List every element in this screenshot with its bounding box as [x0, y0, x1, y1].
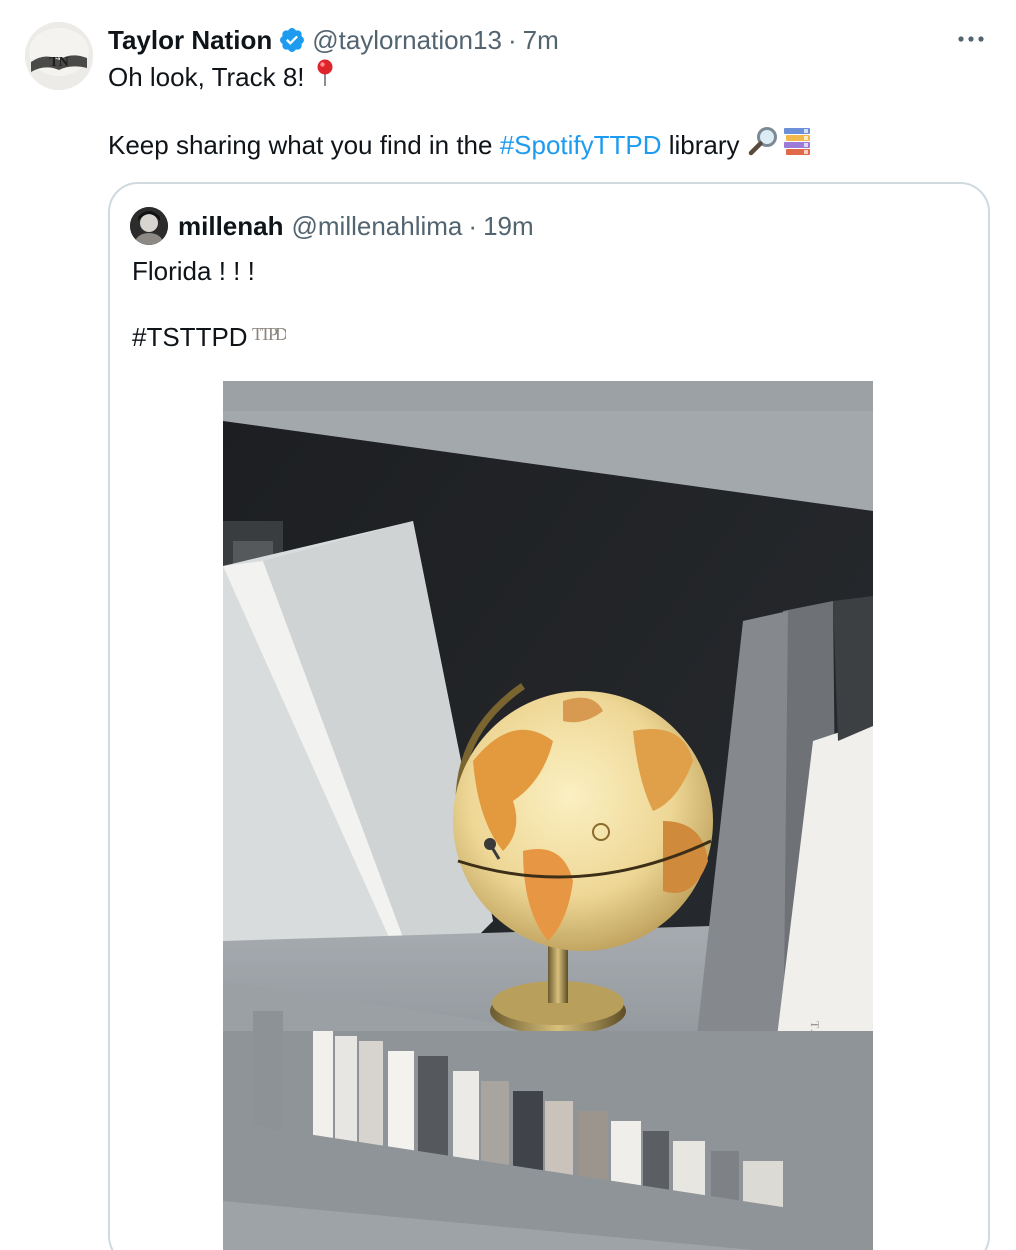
hashtag-link[interactable]: #SpotifyTTPD [500, 128, 662, 162]
quoted-author-avatar[interactable] [130, 207, 168, 245]
tweet-line-1: Oh look, Track 8! [108, 58, 812, 96]
books-icon [782, 126, 812, 164]
verified-badge-icon [278, 26, 306, 54]
ttpd-hashflag-icon: TTPD [250, 320, 291, 354]
pin-icon [315, 58, 335, 96]
quoted-tweet-header: millenah @millenahlima · 19m [130, 206, 534, 246]
svg-text:TTPD: TTPD [252, 324, 286, 344]
quoted-line-2: #TSTTPD TTPD [132, 320, 291, 354]
tweet-page: TN Taylor Nation @taylornation13 · 7m Oh… [0, 0, 1016, 1250]
quoted-blank-line [132, 288, 286, 320]
quoted-author-display-name[interactable]: millenah [178, 211, 283, 242]
tweet-line-1-text: Oh look, Track 8! [108, 62, 305, 92]
quoted-hashtag: #TSTTPD [132, 322, 248, 352]
quoted-line-1: Florida ! ! ! [132, 254, 286, 288]
author-display-name[interactable]: Taylor Nation [108, 25, 272, 56]
header-separator: · [507, 24, 517, 55]
tweet-body: Oh look, Track 8! Keep sharing what you … [108, 58, 812, 164]
quoted-tweet-card[interactable]: millenah @millenahlima · 19m Florida ! !… [108, 182, 990, 1250]
quoted-tweet-timestamp[interactable]: 19m [483, 211, 534, 242]
tweet-header: Taylor Nation @taylornation13 · 7m [108, 22, 559, 58]
svg-text:TN: TN [49, 55, 68, 70]
quoted-tweet-photo[interactable]: TAYLOR SWIFT [223, 381, 873, 1250]
author-handle[interactable]: @taylornation13 [312, 25, 502, 56]
more-icon[interactable] [954, 26, 988, 50]
quoted-author-handle[interactable]: @millenahlima [291, 211, 462, 242]
tweet-line-2-after: library [661, 130, 740, 160]
quoted-line-1-text: Florida ! ! ! [132, 256, 255, 286]
quoted-header-separator: · [468, 210, 478, 241]
author-avatar[interactable]: TN [25, 22, 93, 90]
tweet-timestamp[interactable]: 7m [523, 25, 559, 56]
quoted-tweet-body: Florida ! ! ! #TSTTPD TTPD [132, 254, 291, 354]
tweet-line-2-before: Keep sharing what you find in the [108, 130, 500, 160]
tweet-line-2: Keep sharing what you find in the #Spoti… [108, 126, 812, 164]
magnifier-icon [748, 126, 780, 164]
